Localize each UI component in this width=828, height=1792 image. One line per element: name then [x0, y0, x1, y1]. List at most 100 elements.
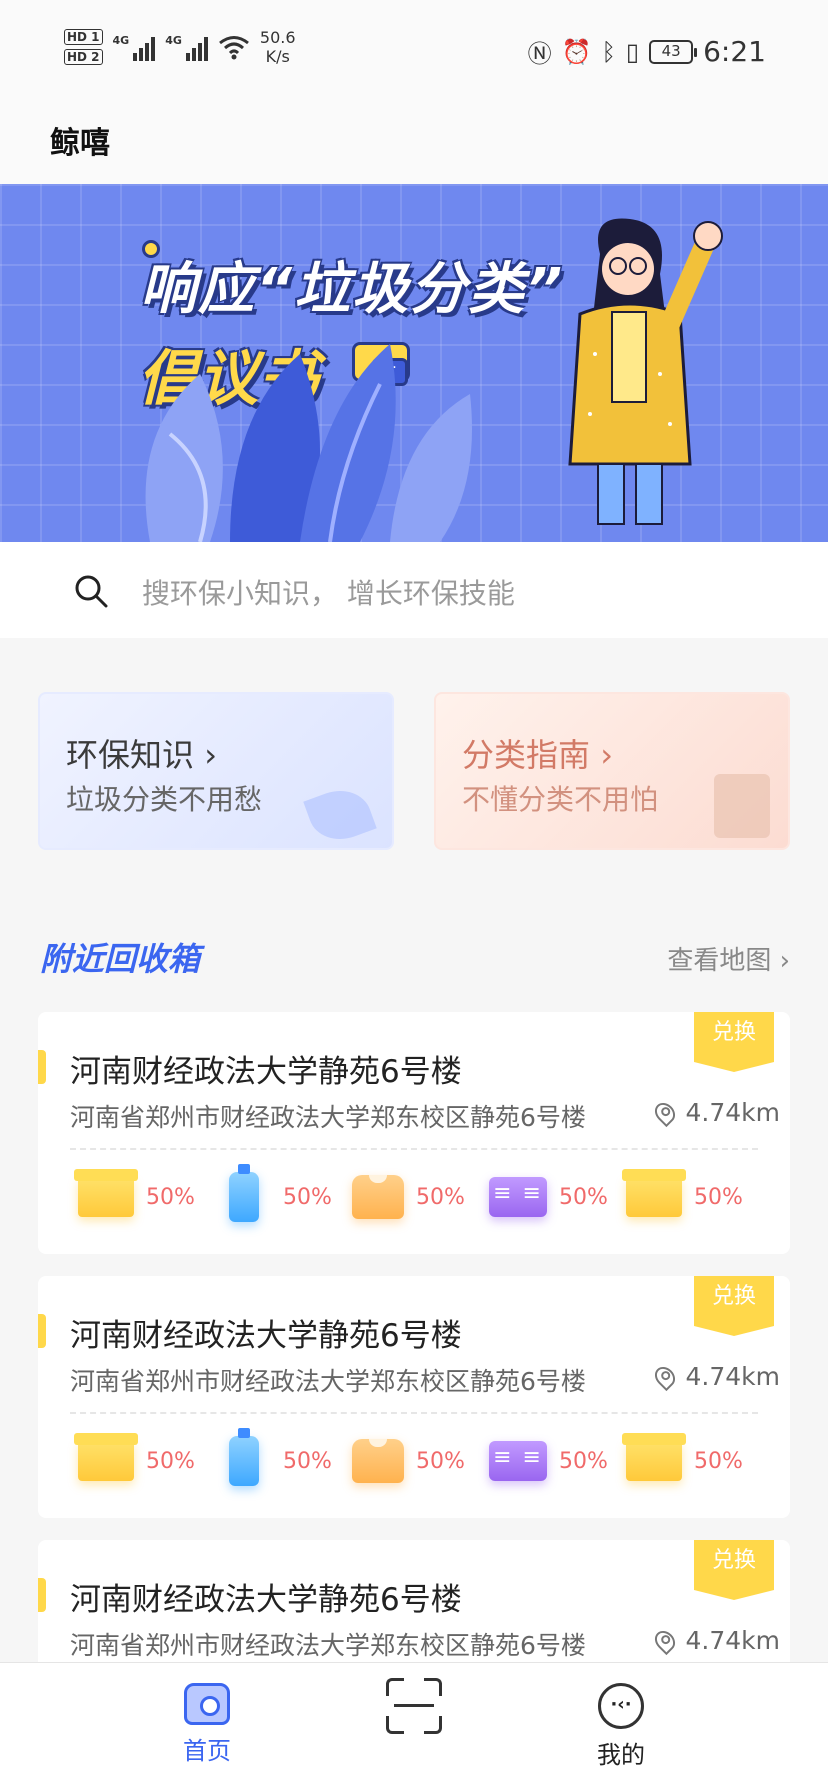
- scan-corner: [386, 1716, 404, 1734]
- bin-address: 河南省郑州市财经政法大学郑东校区静苑6号楼: [70, 1367, 586, 1396]
- bin-capacity-list: 50% 50% 50% 50% 50%: [38, 1164, 790, 1222]
- capacity-percent: 50%: [416, 1184, 465, 1210]
- capacity-plastic: 50%: [215, 1164, 352, 1222]
- alarm-icon: ⏰: [561, 37, 592, 66]
- plastic-bottle-icon: [229, 1428, 259, 1486]
- divider: [70, 1412, 758, 1414]
- wifi-icon: [218, 36, 249, 60]
- tab-mine[interactable]: ·‹· 我的: [561, 1683, 681, 1770]
- eco-knowledge-title-text: 环保知识: [66, 736, 195, 774]
- distance-value: 4.74km: [685, 1098, 781, 1127]
- bin-address: 河南省郑州市财经政法大学郑东校区静苑6号楼: [70, 1631, 586, 1660]
- capacity-percent: 50%: [283, 1448, 332, 1474]
- accent-bar: [38, 1578, 46, 1612]
- plastic-bottle-icon: [229, 1164, 259, 1222]
- clothes-icon: [352, 1439, 404, 1483]
- paper-box-icon: [622, 1433, 686, 1481]
- distance-value: 4.74km: [685, 1626, 781, 1655]
- eco-knowledge-title: 环保知识 ›: [66, 730, 217, 776]
- bin-distance: 4.74km: [650, 1362, 781, 1391]
- network-type-1: 4G: [112, 34, 130, 47]
- chevron-right-icon: ›: [779, 946, 790, 976]
- bin-name: 河南财经政法大学静苑6号楼: [70, 1054, 462, 1090]
- paper-box-icon: [622, 1169, 686, 1217]
- eco-knowledge-card[interactable]: 环保知识 › 垃圾分类不用愁: [38, 692, 394, 850]
- sorting-guide-card[interactable]: 分类指南 › 不懂分类不用怕: [434, 692, 790, 850]
- app-title: 鲸嘻: [50, 126, 110, 161]
- scan-icon: [394, 1704, 434, 1707]
- signal-icon: [185, 33, 208, 61]
- bin-address: 河南省郑州市财经政法大学郑东校区静苑6号楼: [70, 1103, 586, 1132]
- capacity-percent: 50%: [146, 1184, 195, 1210]
- search-input[interactable]: 搜环保小知识， 增长环保技能: [142, 572, 515, 612]
- capacity-books: 50%: [489, 1436, 626, 1486]
- capacity-clothes: 50%: [352, 1172, 489, 1222]
- paper-box-icon: [74, 1433, 138, 1481]
- status-right: Ⓝ ⏰ ᛒ ▯ 43 6:21: [528, 34, 766, 69]
- status-left: HD 1 HD 2 4G 4G 50.6 K/s: [64, 28, 296, 66]
- status-bar: HD 1 HD 2 4G 4G 50.6 K/s Ⓝ ⏰ ᛒ ▯ 43 6:21: [0, 0, 828, 100]
- speed-value: 50.6: [259, 28, 296, 47]
- capacity-percent: 50%: [559, 1184, 608, 1210]
- girl-illustration: [568, 218, 723, 525]
- search-icon: [75, 575, 108, 608]
- promo-banner[interactable]: 响应“垃圾分类” 倡议书 ···: [0, 184, 828, 542]
- bin-capacity-list: 50% 50% 50% 50% 50%: [38, 1428, 790, 1486]
- chevron-right-icon: ›: [204, 736, 217, 774]
- capacity-percent: 50%: [283, 1184, 332, 1210]
- scan-corner: [424, 1678, 442, 1696]
- capacity-paper: 50%: [622, 1169, 763, 1222]
- view-map-link[interactable]: 查看地图 ›: [667, 940, 790, 977]
- book-icon: [489, 1177, 547, 1217]
- sim1-label: HD 1: [64, 29, 103, 45]
- exchange-badge[interactable]: 兑换: [694, 1540, 774, 1600]
- location-pin-icon: [650, 1626, 679, 1655]
- clock: 6:21: [703, 35, 766, 68]
- location-pin-icon: [650, 1362, 679, 1391]
- app-header: 鲸嘻: [0, 100, 828, 184]
- search-bar[interactable]: 搜环保小知识， 增长环保技能: [0, 542, 828, 638]
- battery-icon: 43: [649, 39, 698, 64]
- location-pin-icon: [650, 1098, 679, 1127]
- view-map-label: 查看地图: [667, 946, 772, 976]
- home-icon: [184, 1683, 230, 1725]
- tab-home-label: 首页: [183, 1737, 231, 1765]
- vibrate-icon: ▯: [625, 37, 640, 66]
- network-type-2: 4G: [165, 34, 182, 47]
- nfc-icon: Ⓝ: [527, 40, 552, 68]
- tab-home[interactable]: 首页: [147, 1683, 267, 1766]
- capacity-plastic: 50%: [215, 1428, 352, 1486]
- divider: [70, 1148, 758, 1150]
- paper-box-icon: [74, 1169, 138, 1217]
- exchange-badge[interactable]: 兑换: [694, 1012, 774, 1072]
- scan-button[interactable]: [386, 1678, 442, 1734]
- capacity-percent: 50%: [146, 1448, 195, 1474]
- nearby-bins-title: 附近回收箱: [40, 940, 201, 978]
- distance-value: 4.74km: [685, 1362, 781, 1391]
- recycle-bin-card[interactable]: 兑换 河南财经政法大学静苑6号楼 河南省郑州市财经政法大学郑东校区静苑6号楼 4…: [38, 1012, 790, 1254]
- capacity-percent: 50%: [559, 1448, 608, 1474]
- exchange-badge[interactable]: 兑换: [694, 1276, 774, 1336]
- bin-distance: 4.74km: [650, 1626, 781, 1655]
- bluetooth-icon: ᛒ: [601, 37, 616, 66]
- capacity-percent: 50%: [416, 1448, 465, 1474]
- bin-name: 河南财经政法大学静苑6号楼: [70, 1582, 462, 1618]
- bin-name: 河南财经政法大学静苑6号楼: [70, 1318, 462, 1354]
- capacity-paper: 50%: [622, 1433, 763, 1486]
- capacity-paper: 50%: [74, 1433, 215, 1486]
- sorting-guide-title-text: 分类指南: [462, 736, 591, 774]
- capacity-percent: 50%: [694, 1448, 743, 1474]
- recycle-bin-card[interactable]: 兑换 河南财经政法大学静苑6号楼 河南省郑州市财经政法大学郑东校区静苑6号楼 4…: [38, 1276, 790, 1518]
- sim-indicators: HD 1 HD 2: [64, 29, 103, 65]
- capacity-percent: 50%: [694, 1184, 743, 1210]
- chevron-right-icon: ›: [600, 736, 613, 774]
- accent-bar: [38, 1314, 46, 1348]
- bin-distance: 4.74km: [650, 1098, 781, 1127]
- scan-corner: [424, 1716, 442, 1734]
- sorting-guide-subtitle: 不懂分类不用怕: [462, 783, 659, 816]
- signal-icon: [133, 33, 156, 61]
- tab-mine-label: 我的: [597, 1741, 645, 1769]
- book-icon: [489, 1441, 547, 1481]
- leaf-icon: [303, 781, 377, 848]
- speed-unit: K/s: [265, 47, 290, 66]
